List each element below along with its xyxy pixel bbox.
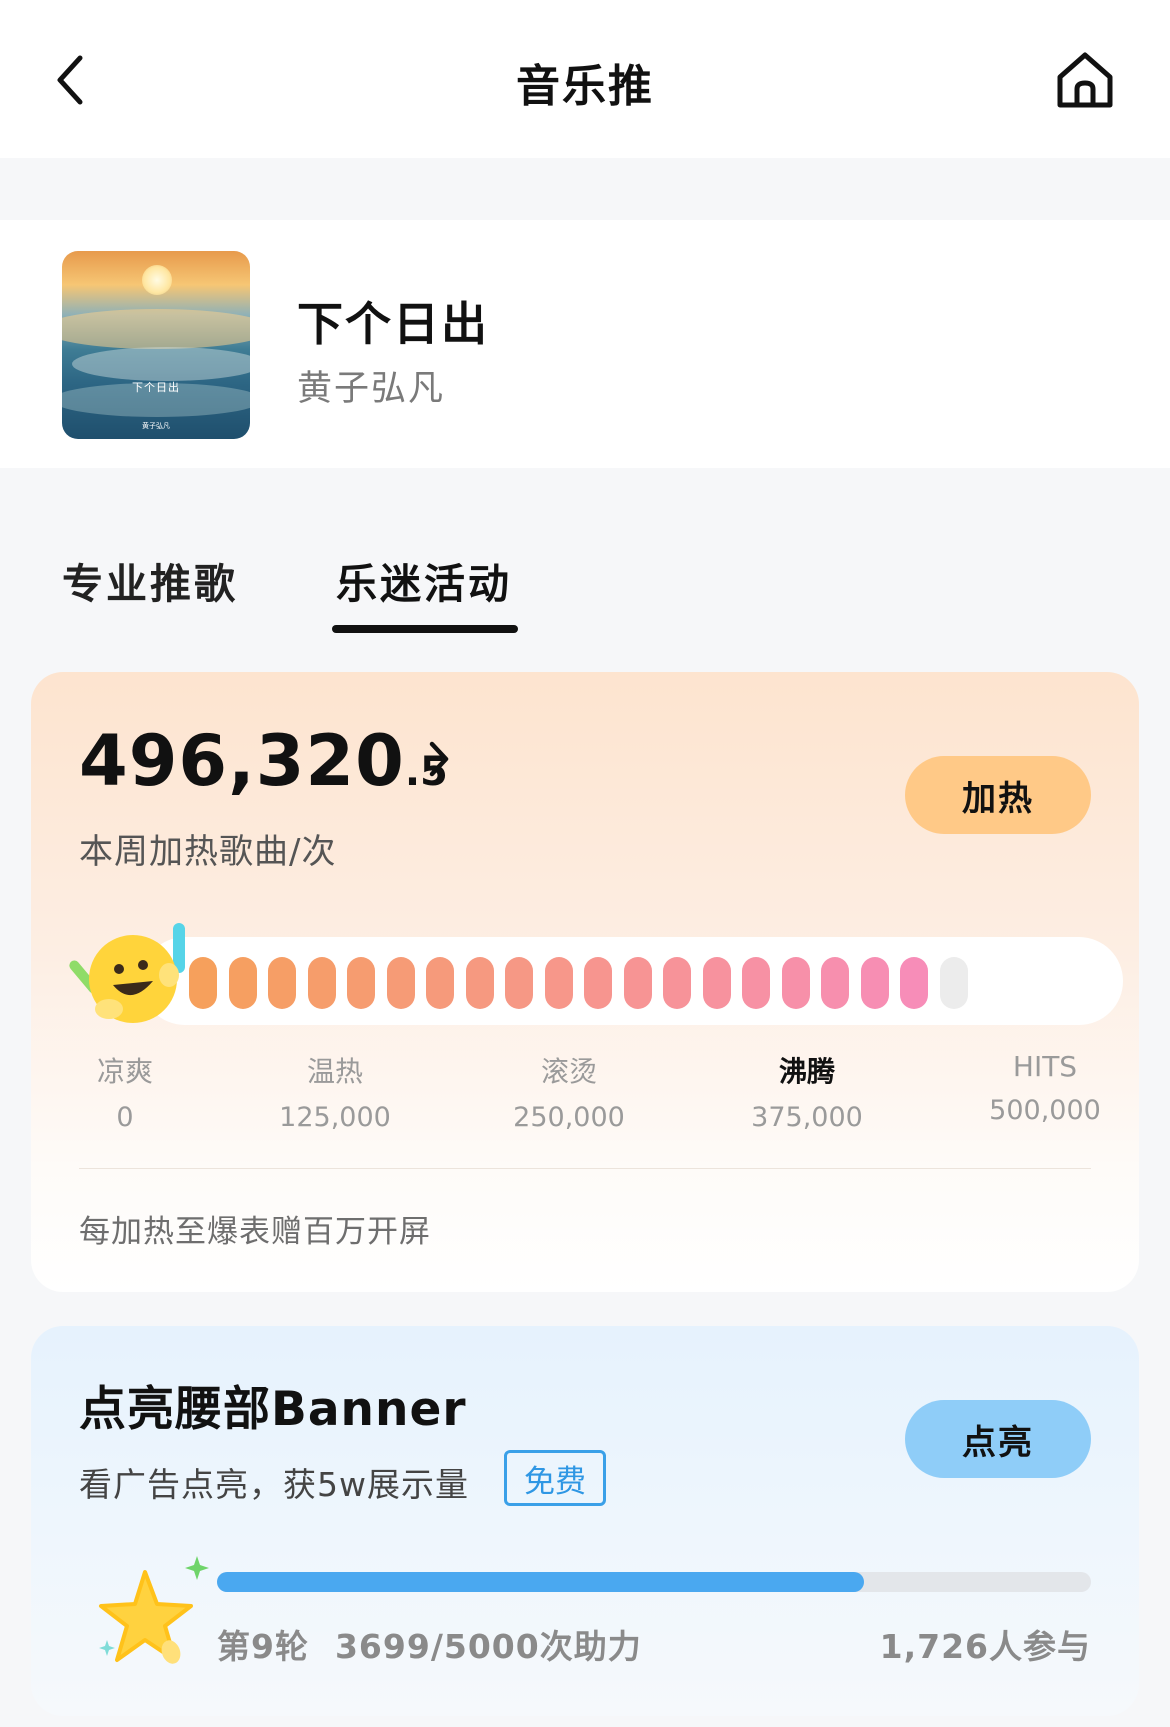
heat-detail-link[interactable]: [419, 734, 459, 784]
assist-count: 3699/5000次助力: [334, 1627, 642, 1666]
heat-segment-filled: [860, 957, 889, 1009]
song-artist: 黄子弘凡: [297, 369, 446, 409]
level-value: 250,000: [513, 1102, 625, 1133]
tab-fan-activity[interactable]: 乐迷活动: [336, 550, 512, 610]
heat-segment-filled: [189, 957, 217, 1009]
heat-card: 496,320.5 本周加热歌曲/次 加热 凉爽 0 温热 125,000 滚烫…: [31, 672, 1139, 1292]
home-button[interactable]: [1045, 40, 1125, 120]
level-value: 375,000: [751, 1102, 863, 1133]
heat-segment-filled: [742, 957, 770, 1009]
level-value: 0: [116, 1102, 134, 1133]
heat-segment-filled: [584, 957, 612, 1009]
heat-total-int: 496,320: [79, 720, 405, 802]
level-name: 滚烫: [540, 1055, 597, 1088]
heat-segment-empty: [939, 957, 968, 1009]
page-title: 音乐推: [516, 61, 654, 112]
heat-segment-filled: [228, 957, 257, 1009]
level-value: 125,000: [279, 1102, 391, 1133]
star-icon: [99, 1556, 209, 1664]
home-icon: [1057, 52, 1113, 108]
heat-segment-filled: [623, 957, 652, 1009]
cover-title-text: 下个日出: [132, 381, 180, 394]
participants-count: 1,726人参与: [879, 1627, 1091, 1666]
album-cover: 下个日出 黄子弘凡: [62, 251, 250, 439]
active-tab-indicator: [332, 625, 518, 633]
heat-segment-filled: [702, 957, 731, 1009]
smiley-mascot-icon: [69, 923, 185, 1023]
level-name: HITS: [1012, 1050, 1078, 1083]
round-label: 第9轮: [217, 1627, 309, 1666]
chevron-right-icon: [429, 741, 449, 777]
level-cool: 凉爽 0: [55, 1050, 195, 1133]
level-warm: 温热 125,000: [265, 1050, 405, 1133]
level-hot: 滚烫 250,000: [499, 1050, 639, 1133]
heat-segment-filled: [544, 957, 573, 1009]
heat-segment-filled: [663, 957, 691, 1009]
assist-progress-bar: [217, 1572, 1091, 1592]
top-nav-bar: 音乐推: [0, 0, 1170, 158]
level-name: 沸腾: [778, 1055, 835, 1088]
heat-segment-filled: [386, 957, 415, 1009]
heat-segment-filled: [781, 957, 810, 1009]
cover-sun: [142, 265, 172, 295]
cover-artist-text: 黄子弘凡: [142, 422, 170, 430]
heat-label: 本周加热歌曲/次: [79, 832, 337, 872]
tab-pro-promotion[interactable]: 专业推歌: [62, 550, 238, 610]
level-name: 温热: [306, 1055, 363, 1088]
heat-segment-filled: [347, 957, 375, 1009]
assist-progress-fill: [217, 1572, 864, 1592]
heat-segment-filled: [426, 957, 454, 1009]
heat-segment-filled: [821, 957, 849, 1009]
level-boiling: 沸腾 375,000: [737, 1050, 877, 1133]
round-info: 第9轮 3699/5000次助力: [217, 1620, 642, 1668]
divider: [79, 1168, 1091, 1169]
heat-button[interactable]: 加热: [905, 756, 1091, 834]
heat-segment-filled: [465, 957, 494, 1009]
heat-segment-filled: [307, 957, 336, 1009]
banner-title: 点亮腰部Banner: [79, 1382, 467, 1437]
heat-reward-tip: 每加热至爆表赠百万开屏: [79, 1214, 431, 1250]
banner-card: 点亮腰部Banner 看广告点亮，获5w展示量 免费 点亮 第9轮 3699/50…: [31, 1326, 1139, 1716]
song-title: 下个日出: [297, 297, 489, 351]
song-info-card[interactable]: 下个日出 黄子弘凡 下个日出 黄子弘凡: [0, 220, 1170, 468]
heat-segment-filled: [505, 957, 533, 1009]
level-hits: HITS 500,000: [975, 1050, 1115, 1126]
free-badge: 免费: [504, 1450, 606, 1506]
level-name: 凉爽: [96, 1055, 153, 1088]
heat-total[interactable]: 496,320.5: [79, 720, 448, 802]
heat-segment-filled: [268, 957, 296, 1009]
level-value: 500,000: [989, 1095, 1101, 1126]
heat-segment-filled: [900, 957, 928, 1009]
light-up-button[interactable]: 点亮: [905, 1400, 1091, 1478]
banner-subtitle: 看广告点亮，获5w展示量: [79, 1465, 469, 1504]
